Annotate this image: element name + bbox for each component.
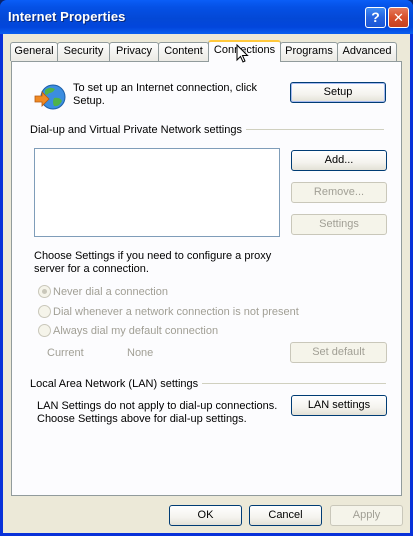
tab-label: Advanced: [342, 45, 392, 57]
mouse-cursor-icon: [236, 44, 249, 63]
title-bar[interactable]: Internet Properties ? ✕: [0, 0, 413, 34]
current-value: None: [127, 347, 154, 359]
help-icon: ?: [371, 9, 380, 25]
setup-button[interactable]: Setup: [290, 82, 386, 103]
lan-settings-button[interactable]: LAN settings: [291, 395, 387, 416]
radio-dial-whenever[interactable]: [38, 305, 51, 318]
close-icon: ✕: [393, 10, 404, 25]
internet-properties-window: Internet Properties ? ✕ General Security…: [0, 0, 413, 536]
remove-button[interactable]: Remove...: [291, 182, 387, 203]
radio-always-dial[interactable]: [38, 324, 51, 337]
cancel-button[interactable]: Cancel: [249, 505, 322, 526]
connections-panel: To set up an Internet connection, click …: [11, 61, 402, 496]
radio-always-dial-label: Always dial my default connection: [53, 325, 219, 337]
tab-security[interactable]: Security: [57, 42, 110, 61]
tab-general[interactable]: General: [10, 42, 58, 61]
radio-never-dial-label: Never dial a connection: [53, 286, 168, 298]
add-button[interactable]: Add...: [291, 150, 387, 171]
ok-button[interactable]: OK: [169, 505, 242, 526]
dialup-group-label: Dial-up and Virtual Private Network sett…: [30, 124, 246, 136]
tab-label: Security: [63, 45, 104, 57]
proxy-description: Choose Settings if you need to configure…: [34, 250, 272, 275]
tab-label: Programs: [285, 45, 333, 57]
setup-description: To set up an Internet connection, click …: [73, 82, 258, 107]
window-title: Internet Properties: [8, 9, 126, 24]
set-default-button[interactable]: Set default: [290, 342, 387, 363]
tab-programs[interactable]: Programs: [280, 42, 338, 61]
help-button[interactable]: ?: [365, 7, 386, 28]
lan-group-label: Local Area Network (LAN) settings: [30, 378, 203, 390]
settings-button[interactable]: Settings: [291, 214, 387, 235]
lan-description: LAN Settings do not apply to dial-up con…: [37, 400, 278, 425]
current-label: Current: [47, 347, 84, 359]
connections-listbox[interactable]: [34, 148, 280, 237]
dialog-client-area: General Security Privacy Content Connect…: [3, 34, 410, 533]
tab-label: Privacy: [115, 45, 153, 57]
tab-advanced[interactable]: Advanced: [337, 42, 397, 61]
globe-network-icon: [34, 84, 66, 110]
tab-label: General: [14, 45, 54, 57]
apply-button[interactable]: Apply: [330, 505, 403, 526]
radio-dial-whenever-label: Dial whenever a network connection is no…: [53, 306, 299, 318]
radio-never-dial[interactable]: [38, 285, 51, 298]
tab-label: Content: [164, 45, 203, 57]
close-button[interactable]: ✕: [388, 7, 409, 28]
tab-content[interactable]: Content: [158, 42, 209, 61]
tab-privacy[interactable]: Privacy: [109, 42, 159, 61]
